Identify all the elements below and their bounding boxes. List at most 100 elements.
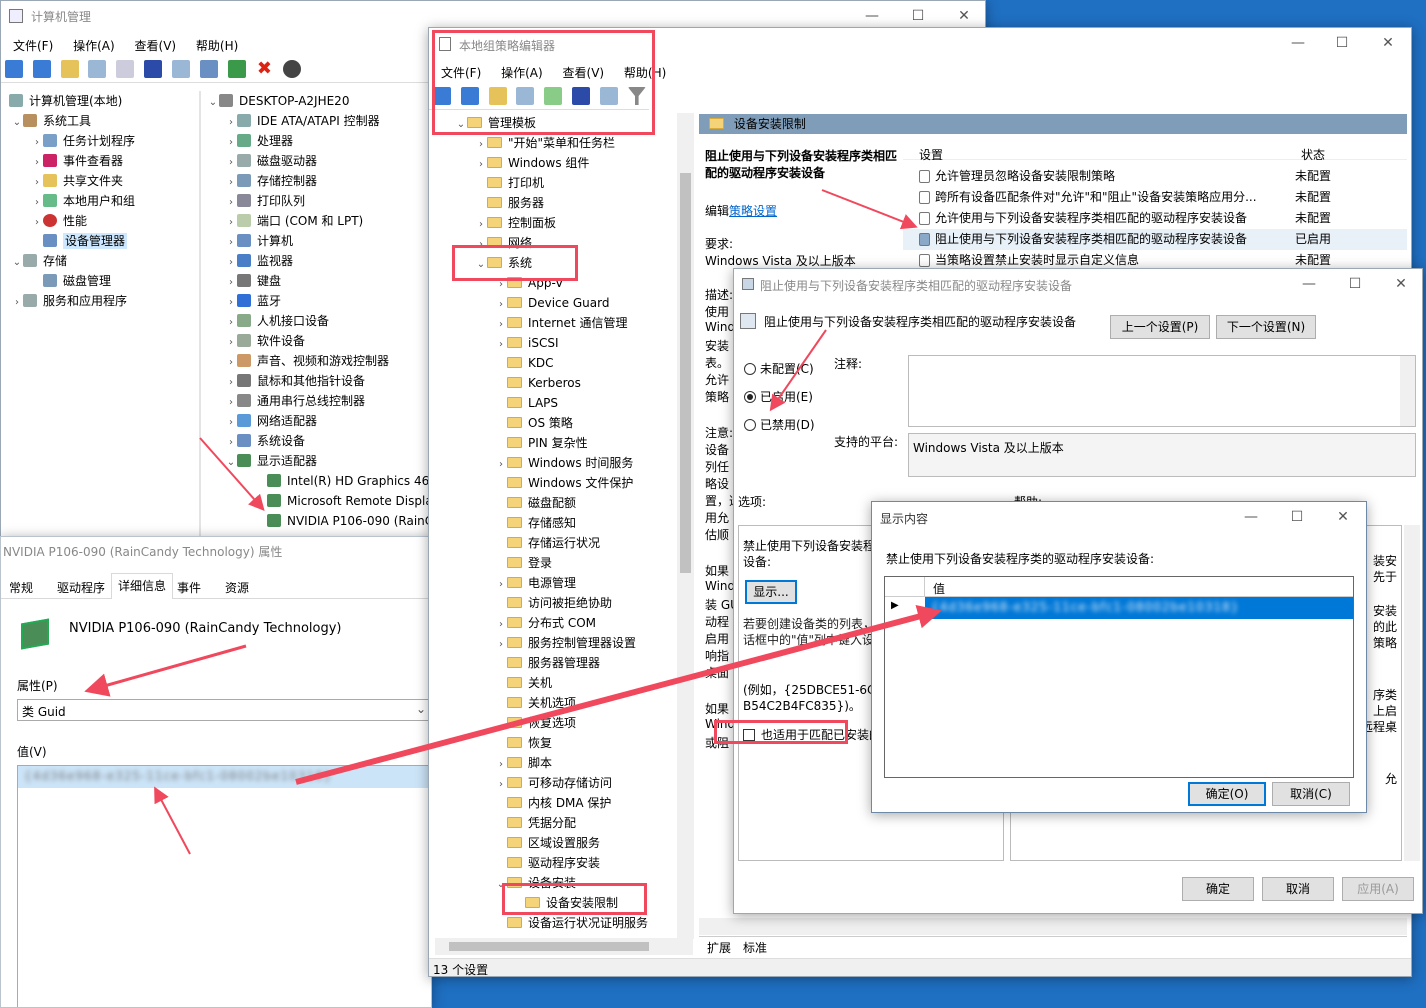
gpedit-tree-item[interactable]: 凭据分配 — [435, 813, 677, 833]
device-category[interactable]: › 存储控制器 — [203, 171, 433, 191]
gpedit-tree-item[interactable]: 服务器管理器 — [435, 653, 677, 673]
gpedit-tree-item[interactable]: 访问被拒绝协助 — [435, 593, 677, 613]
apply-button[interactable]: 应用(A) — [1342, 877, 1414, 901]
setting-row[interactable]: 允许管理员忽略设备安装限制策略 未配置 — [903, 166, 1407, 187]
back-icon[interactable] — [5, 60, 23, 78]
gpedit-tree-item[interactable]: › Windows 组件 — [435, 153, 677, 173]
expander-icon[interactable]: › — [225, 293, 237, 313]
expander-icon[interactable]: › — [225, 413, 237, 433]
radio-disabled[interactable]: 已禁用(D) — [744, 416, 815, 433]
filter-icon[interactable] — [627, 87, 646, 105]
forward-icon[interactable] — [460, 87, 479, 105]
next-setting-button[interactable]: 下一个设置(N) — [1216, 315, 1316, 339]
gpedit-tree-item[interactable]: › App-V — [435, 273, 677, 293]
device-category[interactable]: › 端口 (COM 和 LPT) — [203, 211, 433, 231]
expander-icon[interactable]: ⌄ — [225, 453, 237, 473]
gpedit-tree-item[interactable]: › 网络 — [435, 233, 677, 253]
expander-icon[interactable]: › — [495, 335, 507, 355]
tab-extended[interactable]: 扩展 — [707, 939, 731, 956]
tree-event-viewer[interactable]: › 事件查看器 — [5, 151, 197, 171]
expander-icon[interactable]: › — [225, 113, 237, 133]
gpedit-tree-item[interactable]: OS 策略 — [435, 413, 677, 433]
expander-icon[interactable]: › — [495, 455, 507, 475]
device-category[interactable]: › IDE ATA/ATAPI 控制器 — [203, 111, 433, 131]
value-cell[interactable]: {4d36e968-e325-11ce-bfc1-08002be10318} — [925, 597, 1353, 619]
device-category[interactable]: › 鼠标和其他指针设备 — [203, 371, 433, 391]
expander-icon[interactable]: › — [495, 315, 507, 335]
expander-icon[interactable]: › — [495, 635, 507, 655]
edit-policy-link[interactable]: 策略设置 — [729, 204, 777, 218]
expander-icon[interactable]: › — [475, 155, 487, 175]
expander-icon[interactable]: › — [225, 253, 237, 273]
device-category[interactable]: › 打印队列 — [203, 191, 433, 211]
back-icon[interactable] — [433, 87, 451, 105]
properties-icon[interactable] — [116, 60, 135, 78]
show-tree-icon[interactable] — [516, 87, 535, 105]
gpedit-tree-item[interactable]: › Device Guard — [435, 293, 677, 313]
device-category[interactable]: › 人机接口设备 — [203, 311, 433, 331]
menu-file[interactable]: 文件(F) — [433, 61, 489, 84]
uninstall-icon[interactable]: ✖ — [255, 60, 273, 78]
device-item-display-adapter[interactable]: NVIDIA P106-090 (RainCandy Technology) — [203, 511, 433, 531]
device-category[interactable]: › 软件设备 — [203, 331, 433, 351]
tab-driver[interactable]: 驱动程序 — [53, 579, 109, 596]
col-setting[interactable]: 设置 — [919, 146, 943, 163]
gpedit-tree-item[interactable]: ⌄ 系统 — [435, 253, 677, 273]
device-item-display-adapter[interactable]: Intel(R) HD Graphics 4600 — [203, 471, 433, 491]
gpedit-tree-item[interactable]: 磁盘配额 — [435, 493, 677, 513]
help-icon[interactable] — [572, 87, 591, 105]
gpedit-tree-item[interactable]: PIN 复杂性 — [435, 433, 677, 453]
gpedit-tree-hscrollbar[interactable] — [435, 938, 693, 955]
gpedit-tree-item[interactable]: 恢复 — [435, 733, 677, 753]
device-category[interactable]: › 键盘 — [203, 271, 433, 291]
panel-icon[interactable] — [599, 87, 618, 105]
tree-disk-management[interactable]: 磁盘管理 — [5, 271, 197, 291]
gpedit-tree-item[interactable]: 设备运行状况证明服务 — [435, 913, 677, 933]
expander-icon[interactable]: › — [225, 153, 237, 173]
tree-shared-folders[interactable]: › 共享文件夹 — [5, 171, 197, 191]
gpedit-tree-item[interactable]: 关机选项 — [435, 693, 677, 713]
gpedit-tree-item[interactable]: › "开始"菜单和任务栏 — [435, 133, 677, 153]
gpedit-tree-item[interactable]: ⌄ 管理模板 — [435, 113, 677, 133]
gpedit-tree-item[interactable]: 驱动程序安装 — [435, 853, 677, 873]
expander-icon[interactable]: ⌄ — [495, 875, 507, 895]
menu-view[interactable]: 查看(V) — [127, 34, 185, 57]
expander-icon[interactable]: › — [495, 575, 507, 595]
tree-services-apps[interactable]: › 服务和应用程序 — [5, 291, 197, 311]
expander-icon[interactable]: ⌄ — [455, 115, 467, 135]
expander-icon[interactable]: › — [225, 273, 237, 293]
gpedit-tree-item[interactable]: › iSCSI — [435, 333, 677, 353]
gpedit-tree-item[interactable]: › 服务控制管理器设置 — [435, 633, 677, 653]
export-icon[interactable] — [544, 87, 563, 105]
setting-row[interactable]: 允许使用与下列设备安装程序类相匹配的驱动程序安装设备 未配置 — [903, 208, 1407, 229]
gpedit-tree-item[interactable]: › 分布式 COM — [435, 613, 677, 633]
device-category[interactable]: › 监视器 — [203, 251, 433, 271]
gpedit-tree-item[interactable]: ⌄ 设备安装 — [435, 873, 677, 893]
tree-performance[interactable]: › 性能 — [5, 211, 197, 231]
show-button[interactable]: 显示... — [745, 580, 797, 604]
expander-icon[interactable]: › — [225, 213, 237, 233]
tree-device-install-restrictions[interactable]: 设备安装限制 — [435, 893, 677, 913]
gpedit-tree-item[interactable]: LAPS — [435, 393, 677, 413]
menu-help[interactable]: 帮助(H) — [188, 34, 246, 57]
gpedit-tree-item[interactable]: 区域设置服务 — [435, 833, 677, 853]
device-category[interactable]: › 蓝牙 — [203, 291, 433, 311]
grid-row[interactable]: ▶ {4d36e968-e325-11ce-bfc1-08002be10318} — [885, 597, 1353, 619]
minimize-button[interactable]: — — [1286, 269, 1332, 299]
expander-icon[interactable]: ⌄ — [207, 93, 219, 113]
close-button[interactable]: ✕ — [1365, 28, 1411, 58]
maximize-button[interactable]: ☐ — [1332, 269, 1378, 299]
help-icon[interactable] — [144, 60, 163, 78]
gpedit-tree-item[interactable]: 存储运行状况 — [435, 533, 677, 553]
menu-view[interactable]: 查看(V) — [555, 61, 613, 84]
menu-action[interactable]: 操作(A) — [493, 61, 551, 84]
expander-icon[interactable]: › — [225, 433, 237, 453]
forward-icon[interactable] — [32, 60, 51, 78]
panel-hscrollbar[interactable] — [699, 918, 1407, 935]
gpedit-tree-item[interactable]: › 电源管理 — [435, 573, 677, 593]
expander-icon[interactable]: › — [475, 135, 487, 155]
update-driver-icon[interactable] — [227, 60, 246, 78]
expander-icon[interactable]: › — [495, 295, 507, 315]
gpedit-titlebar[interactable]: 本地组策略编辑器 — ☐ ✕ — [429, 28, 1411, 58]
up-folder-icon[interactable] — [488, 87, 507, 105]
